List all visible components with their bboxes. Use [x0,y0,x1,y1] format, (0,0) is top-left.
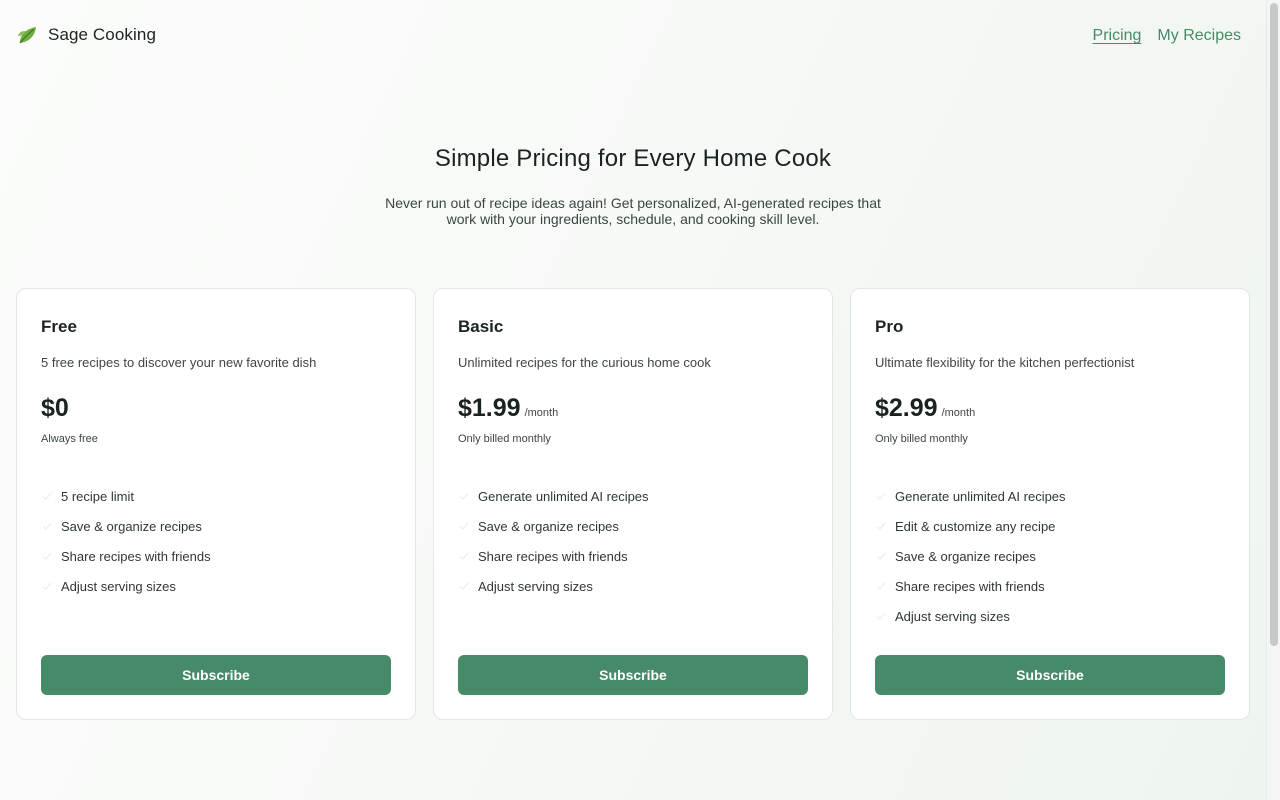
feature-item: Save & organize recipes [41,511,391,541]
price-row: $2.99 /month [875,394,1225,423]
feature-label: Generate unlimited AI recipes [895,488,1066,504]
feature-item: Share recipes with friends [875,571,1225,601]
plan-price: $0 [41,394,69,422]
plan-card-free: Free 5 free recipes to discover your new… [16,288,416,720]
feature-label: 5 recipe limit [61,488,134,504]
pricing-cards: Free 5 free recipes to discover your new… [16,288,1250,720]
price-period: /month [941,407,976,419]
check-icon [41,520,53,532]
price-row: $0 [41,394,391,423]
feature-item: 5 recipe limit [41,481,391,511]
site-header: Sage Cooking Pricing My Recipes [0,0,1266,72]
check-icon [458,490,470,502]
feature-item: Save & organize recipes [458,511,808,541]
subscribe-button-free[interactable]: Subscribe [41,655,391,695]
feature-label: Save & organize recipes [895,548,1036,564]
check-icon [41,550,53,562]
page-title: Simple Pricing for Every Home Cook [434,145,832,172]
feature-label: Save & organize recipes [478,518,619,534]
subscribe-button-basic[interactable]: Subscribe [458,655,808,695]
leaf-icon [16,24,38,46]
feature-item: Share recipes with friends [41,541,391,571]
feature-list: Generate unlimited AI recipes Save & org… [458,481,808,601]
plan-card-basic: Basic Unlimited recipes for the curious … [433,288,833,720]
check-icon [458,550,470,562]
feature-label: Adjust serving sizes [61,578,176,594]
plan-price: $1.99 [458,394,521,422]
plan-description: Ultimate flexibility for the kitchen per… [875,355,1135,370]
check-icon [875,610,887,622]
check-icon [875,580,887,592]
plan-price: $2.99 [875,394,938,422]
page-subtitle: Never run out of recipe ideas again! Get… [385,195,881,227]
feature-label: Share recipes with friends [895,578,1045,594]
feature-item: Edit & customize any recipe [875,511,1225,541]
check-icon [458,580,470,592]
feature-label: Generate unlimited AI recipes [478,488,649,504]
nav-pricing-link[interactable]: Pricing [1093,27,1142,45]
plan-card-pro: Pro Ultimate flexibility for the kitchen… [850,288,1250,720]
feature-label: Edit & customize any recipe [895,518,1056,534]
price-row: $1.99 /month [458,394,808,423]
hero-section: Simple Pricing for Every Home Cook Never… [0,145,1266,227]
plan-description: Unlimited recipes for the curious home c… [458,355,711,370]
nav-my-recipes-link[interactable]: My Recipes [1157,27,1241,45]
check-icon [875,520,887,532]
plan-name: Free [41,317,77,336]
billing-note: Always free [41,433,98,445]
plan-description: 5 free recipes to discover your new favo… [41,355,317,370]
billing-note: Only billed monthly [458,433,551,445]
feature-list: Generate unlimited AI recipes Edit & cus… [875,481,1225,631]
plan-name: Pro [875,317,904,336]
scrollbar-thumb[interactable] [1270,3,1278,646]
feature-item: Adjust serving sizes [41,571,391,601]
billing-note: Only billed monthly [875,433,968,445]
feature-item: Generate unlimited AI recipes [875,481,1225,511]
feature-item: Adjust serving sizes [875,601,1225,631]
feature-item: Save & organize recipes [875,541,1225,571]
feature-label: Share recipes with friends [61,548,211,564]
check-icon [875,550,887,562]
feature-item: Share recipes with friends [458,541,808,571]
main-nav: Pricing My Recipes [1093,27,1241,45]
subscribe-button-pro[interactable]: Subscribe [875,655,1225,695]
feature-label: Adjust serving sizes [478,578,593,594]
check-icon [458,520,470,532]
feature-label: Share recipes with friends [478,548,628,564]
price-period: /month [524,407,559,419]
feature-item: Generate unlimited AI recipes [458,481,808,511]
brand-name: Sage Cooking [48,25,156,44]
plan-name: Basic [458,317,504,336]
check-icon [41,490,53,502]
feature-list: 5 recipe limit Save & organize recipes S… [41,481,391,601]
feature-label: Adjust serving sizes [895,608,1010,624]
check-icon [875,490,887,502]
check-icon [41,580,53,592]
brand-logo[interactable]: Sage Cooking [16,24,156,46]
page-scrollbar[interactable] [1266,0,1280,800]
feature-item: Adjust serving sizes [458,571,808,601]
feature-label: Save & organize recipes [61,518,202,534]
